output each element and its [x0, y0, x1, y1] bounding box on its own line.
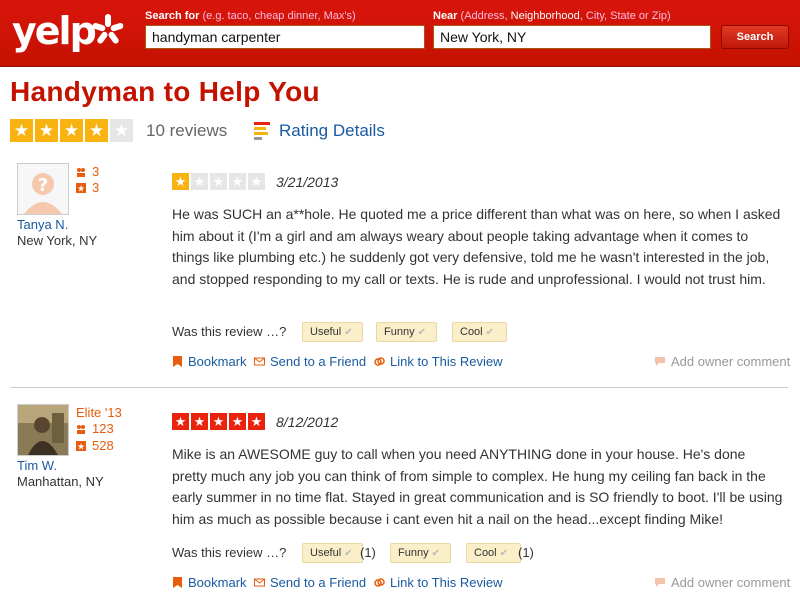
search-input[interactable]: handyman carpenter: [145, 25, 425, 49]
cool-count: (1): [518, 545, 534, 560]
review-date: 3/21/2013: [276, 174, 339, 190]
bookmark-link[interactable]: Bookmark: [172, 354, 247, 369]
review-star-icon: ★: [76, 440, 86, 451]
user-location: Manhattan, NY: [17, 474, 104, 489]
check-icon: ✔: [344, 327, 353, 338]
friends-count: 3: [76, 164, 99, 179]
friends-icon: [77, 167, 85, 177]
check-icon: ✔: [485, 327, 495, 338]
star-icon: ★: [85, 119, 108, 142]
near-label: Near (Address, Neighborhood, City, State…: [433, 10, 671, 22]
star-icon: ★: [10, 119, 33, 142]
add-owner-comment[interactable]: Add owner comment: [654, 575, 790, 590]
star-icon: ★: [248, 413, 265, 430]
useful-button[interactable]: Useful ✔: [302, 543, 363, 563]
empty-star-icon: ★: [210, 173, 227, 190]
cool-button[interactable]: Cool ✔: [452, 322, 507, 342]
friends-count: 123: [76, 421, 114, 436]
send-to-friend-link[interactable]: Send to a Friend: [254, 575, 366, 590]
empty-star-icon: ★: [229, 173, 246, 190]
review-rating-stars: ★ ★ ★ ★ ★: [172, 173, 267, 190]
cool-button[interactable]: Cool ✔: [466, 543, 521, 563]
review-text: Mike is an AWESOME guy to call when you …: [172, 446, 783, 527]
avatar[interactable]: [17, 404, 69, 456]
check-icon: ✔: [499, 548, 509, 559]
review-count: 10 reviews: [146, 121, 228, 140]
search-for-label: Search for (e.g. taco, cheap dinner, Max…: [145, 10, 356, 22]
neighborhood-link[interactable]: Neighborhood: [511, 10, 580, 22]
vote-question: Was this review …?: [172, 545, 287, 560]
link-icon: [374, 578, 385, 587]
near-input[interactable]: New York, NY: [433, 25, 711, 49]
empty-star-icon: ★: [110, 119, 133, 142]
useful-button[interactable]: Useful ✔: [302, 322, 363, 342]
yelp-burst-icon: [92, 14, 124, 44]
user-location: New York, NY: [17, 233, 98, 248]
funny-button[interactable]: Funny ✔: [390, 543, 451, 563]
svg-text:?: ?: [38, 175, 48, 196]
yelp-logo[interactable]: yelp: [12, 9, 124, 56]
user-photo: [18, 405, 68, 455]
rating-details-link[interactable]: Rating Details: [279, 121, 385, 141]
svg-text:★: ★: [77, 441, 85, 451]
bookmark-link[interactable]: Bookmark: [172, 575, 247, 590]
comment-icon: [655, 357, 665, 366]
review-count-stat: ★ 3: [76, 180, 100, 195]
add-owner-comment[interactable]: Add owner comment: [654, 354, 790, 369]
avatar[interactable]: ?: [17, 163, 69, 215]
empty-star-icon: ★: [191, 173, 208, 190]
user-name-link[interactable]: Tanya N.: [17, 217, 68, 232]
bookmark-icon: [173, 356, 182, 367]
business-title: Handyman to Help You: [10, 76, 320, 107]
check-icon: ✔: [431, 548, 440, 559]
envelope-icon: [254, 357, 265, 366]
user-name-link[interactable]: Tim W.: [17, 458, 57, 473]
useful-count: (1): [360, 545, 376, 560]
review-date: 8/12/2012: [276, 414, 339, 430]
friends-icon: [77, 424, 85, 434]
empty-star-icon: ★: [248, 173, 265, 190]
svg-text:★: ★: [77, 183, 85, 193]
star-icon: ★: [35, 119, 58, 142]
review-text: He was SUCH an a**hole. He quoted me a p…: [172, 206, 781, 287]
comment-icon: [655, 578, 665, 587]
review-rating-stars: ★ ★ ★ ★ ★: [172, 413, 267, 430]
star-icon: ★: [60, 119, 83, 142]
star-icon: ★: [172, 173, 189, 190]
send-to-friend-link[interactable]: Send to a Friend: [254, 354, 366, 369]
star-icon: ★: [229, 413, 246, 430]
vote-question: Was this review …?: [172, 324, 287, 339]
check-icon: ✔: [417, 327, 426, 338]
star-icon: ★: [210, 413, 227, 430]
default-avatar-icon: ?: [18, 164, 68, 214]
elite-badge[interactable]: Elite '13: [76, 405, 122, 420]
review-star-icon: ★: [76, 182, 86, 193]
bookmark-icon: [173, 577, 182, 588]
review-divider: [10, 387, 788, 388]
yelp-header: yelp Search for (e.g. taco, cheap dinner…: [0, 0, 800, 67]
link-to-review[interactable]: Link to This Review: [374, 354, 502, 369]
review-count-stat: ★ 528: [76, 438, 114, 453]
star-icon: ★: [172, 413, 189, 430]
logo-text: yelp: [12, 9, 97, 53]
rating-details-icon: [254, 122, 270, 140]
link-icon: [374, 357, 385, 366]
check-icon: ✔: [344, 548, 353, 559]
envelope-icon: [254, 578, 265, 587]
funny-button[interactable]: Funny ✔: [376, 322, 437, 342]
link-to-review[interactable]: Link to This Review: [374, 575, 502, 590]
star-icon: ★: [191, 413, 208, 430]
search-button[interactable]: Search: [721, 25, 789, 49]
business-rating-stars: ★ ★ ★ ★ ★: [10, 119, 135, 142]
